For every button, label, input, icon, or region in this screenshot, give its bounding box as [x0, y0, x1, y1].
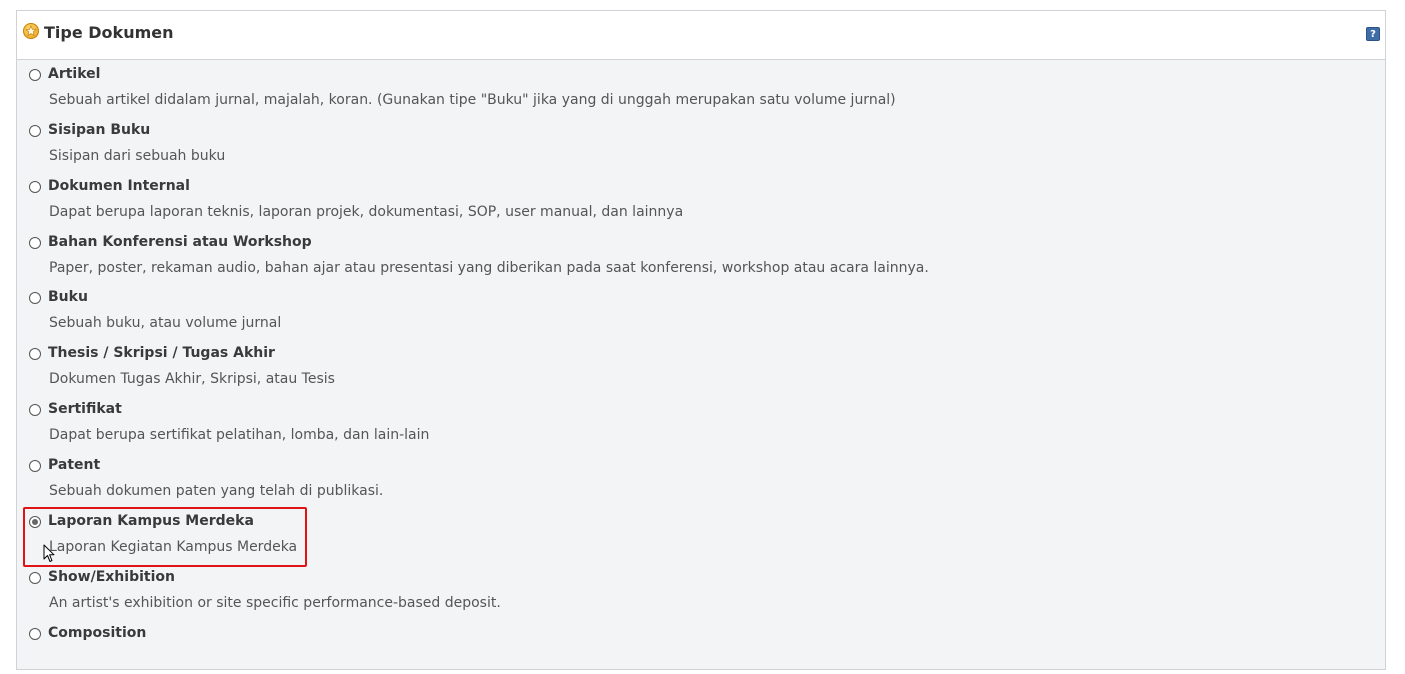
option-composition[interactable]: Composition	[17, 618, 1385, 674]
radio-composition[interactable]	[29, 628, 41, 640]
option-buku[interactable]: Buku Sebuah buku, atau volume jurnal	[17, 282, 1385, 338]
option-artikel[interactable]: Artikel Sebuah artikel didalam jurnal, m…	[17, 59, 1385, 115]
option-description: Sebuah artikel didalam jurnal, majalah, …	[49, 92, 896, 108]
radio-sisipan-buku[interactable]	[29, 125, 41, 137]
option-label[interactable]: Dokumen Internal	[48, 178, 190, 194]
panel-header: Tipe Dokumen ?	[17, 11, 1385, 60]
option-description: Dapat berupa sertifikat pelatihan, lomba…	[49, 427, 430, 443]
option-patent[interactable]: Patent Sebuah dokumen paten yang telah d…	[17, 450, 1385, 506]
option-sisipan-buku[interactable]: Sisipan Buku Sisipan dari sebuah buku	[17, 115, 1385, 171]
option-sertifikat[interactable]: Sertifikat Dapat berupa sertifikat pelat…	[17, 394, 1385, 450]
panel-title: Tipe Dokumen	[44, 23, 174, 42]
option-dokumen-internal[interactable]: Dokumen Internal Dapat berupa laporan te…	[17, 171, 1385, 227]
option-description: Dapat berupa laporan teknis, laporan pro…	[49, 204, 684, 220]
option-show-exhibition[interactable]: Show/Exhibition An artist's exhibition o…	[17, 562, 1385, 618]
option-label[interactable]: Sertifikat	[48, 401, 122, 417]
radio-laporan-kampus-merdeka[interactable]	[29, 516, 41, 528]
option-label[interactable]: Composition	[48, 625, 146, 641]
option-label[interactable]: Bahan Konferensi atau Workshop	[48, 234, 312, 250]
option-description: Dokumen Tugas Akhir, Skripsi, atau Tesis	[49, 371, 335, 387]
radio-show-exhibition[interactable]	[29, 572, 41, 584]
radio-buku[interactable]	[29, 292, 41, 304]
star-icon	[23, 23, 39, 39]
option-laporan-kampus-merdeka[interactable]: Laporan Kampus Merdeka Laporan Kegiatan …	[17, 506, 1385, 562]
radio-artikel[interactable]	[29, 69, 41, 81]
option-label[interactable]: Thesis / Skripsi / Tugas Akhir	[48, 345, 275, 361]
option-description: Paper, poster, rekaman audio, bahan ajar…	[49, 260, 929, 276]
option-description: Laporan Kegiatan Kampus Merdeka	[49, 539, 298, 555]
radio-patent[interactable]	[29, 460, 41, 472]
option-label[interactable]: Artikel	[48, 66, 100, 82]
radio-thesis[interactable]	[29, 348, 41, 360]
option-label[interactable]: Laporan Kampus Merdeka	[48, 513, 254, 529]
option-description: Sebuah dokumen paten yang telah di publi…	[49, 483, 384, 499]
radio-dokumen-internal[interactable]	[29, 181, 41, 193]
option-label[interactable]: Buku	[48, 289, 88, 305]
radio-sertifikat[interactable]	[29, 404, 41, 416]
option-thesis[interactable]: Thesis / Skripsi / Tugas Akhir Dokumen T…	[17, 338, 1385, 394]
option-label[interactable]: Patent	[48, 457, 100, 473]
help-icon[interactable]: ?	[1366, 27, 1380, 41]
option-description: Sebuah buku, atau volume jurnal	[49, 315, 282, 331]
option-description: Sisipan dari sebuah buku	[49, 148, 226, 164]
option-label[interactable]: Show/Exhibition	[48, 569, 175, 585]
document-type-panel: Tipe Dokumen ? Artikel Sebuah artikel di…	[16, 10, 1386, 670]
radio-bahan-konferensi[interactable]	[29, 237, 41, 249]
option-label[interactable]: Sisipan Buku	[48, 122, 150, 138]
option-bahan-konferensi[interactable]: Bahan Konferensi atau Workshop Paper, po…	[17, 227, 1385, 283]
option-description: An artist's exhibition or site specific …	[49, 595, 501, 611]
